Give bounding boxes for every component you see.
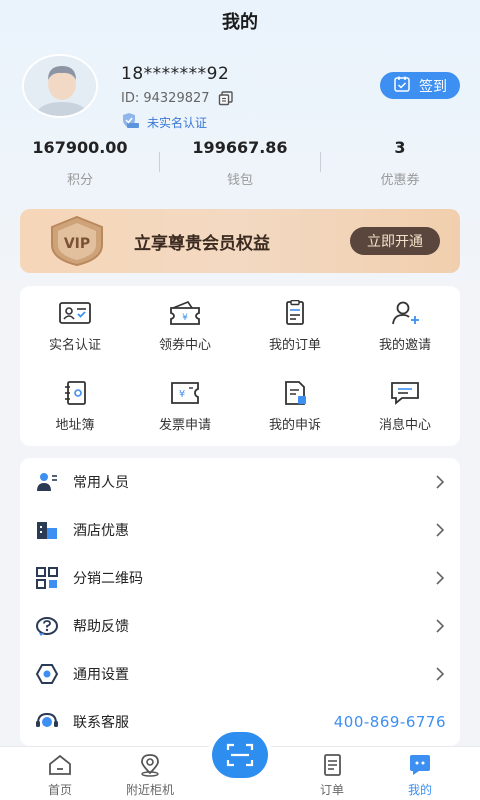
stat-label: 钱包 xyxy=(226,173,253,188)
chevron-right-icon xyxy=(436,523,445,537)
message-icon xyxy=(391,382,419,405)
list-item-label: 通用设置 xyxy=(73,667,129,683)
people-icon xyxy=(37,473,57,491)
scan-icon xyxy=(226,743,254,767)
list-item-frequent-people[interactable]: 常用人员 xyxy=(20,458,460,506)
user-id-row: ID: 94329827 xyxy=(121,90,234,106)
vip-banner[interactable]: VIP 立享尊贵会员权益 立即开通 xyxy=(20,209,460,273)
list-item-hotel-deals[interactable]: 酒店优惠 xyxy=(20,506,460,554)
page-title: 我的 xyxy=(222,12,258,33)
qrcode-icon xyxy=(36,567,58,589)
invoice-icon: ¥ xyxy=(171,382,199,404)
grid-item-label: 发票申请 xyxy=(158,418,211,433)
appeal-icon xyxy=(285,381,306,405)
invite-icon xyxy=(392,301,419,325)
grid-item-label: 领券中心 xyxy=(158,338,211,353)
calendar-check-icon xyxy=(393,75,411,97)
stat-wallet[interactable]: 199667.86 钱包 xyxy=(180,138,300,188)
grid-item-label: 我的邀请 xyxy=(378,338,431,353)
list-item-label: 帮助反馈 xyxy=(73,619,129,635)
grid-item-invite[interactable]: 我的邀请 xyxy=(350,300,460,370)
stat-label: 积分 xyxy=(66,173,93,188)
vip-banner-text: 立享尊贵会员权益 xyxy=(134,234,270,254)
grid-item-address[interactable]: 地址簿 xyxy=(20,380,130,450)
stat-divider xyxy=(159,152,160,172)
home-icon xyxy=(49,754,71,775)
grid-item-invoice[interactable]: ¥ 发票申请 xyxy=(130,380,240,450)
tab-label: 订单 xyxy=(319,783,344,797)
scan-button[interactable] xyxy=(212,732,268,778)
grid-item-messages[interactable]: 消息中心 xyxy=(350,380,460,450)
grid-item-label: 我的订单 xyxy=(268,338,321,353)
order-icon xyxy=(286,300,304,325)
chevron-right-icon xyxy=(436,571,445,585)
vip-open-button[interactable]: 立即开通 xyxy=(350,227,440,255)
grid-item-label: 实名认证 xyxy=(48,338,101,353)
tab-label: 首页 xyxy=(47,783,72,797)
stat-value: 3 xyxy=(394,138,406,157)
list-item-label: 联系客服 xyxy=(73,715,129,731)
tab-label: 我的 xyxy=(407,783,432,797)
help-icon xyxy=(36,617,58,636)
hotel-icon xyxy=(37,522,57,539)
list-item-qrcode[interactable]: 分销二维码 xyxy=(20,554,460,602)
feature-grid: 实名认证 ¥ 领券中心 我的订单 我的邀请 地址簿 ¥ 发票申请 我的申诉 消息… xyxy=(20,286,460,446)
verify-shield-icon xyxy=(121,112,141,133)
service-hotline[interactable]: 400-869-6776 xyxy=(334,713,446,731)
copy-icon[interactable] xyxy=(218,90,234,106)
stat-coupons[interactable]: 3 优惠券 xyxy=(340,138,460,188)
phone-number: 18*******92 xyxy=(121,64,230,84)
list-item-label: 分销二维码 xyxy=(73,571,143,587)
vip-badge-icon: VIP xyxy=(48,215,106,267)
grid-item-label: 地址簿 xyxy=(55,418,95,433)
tab-mine[interactable]: 我的 xyxy=(380,753,460,798)
stats-row: 167900.00 积分 199667.86 钱包 3 优惠券 xyxy=(0,138,480,194)
tab-nearby-lockers[interactable]: 附近柜机 xyxy=(110,753,190,798)
stat-label: 优惠券 xyxy=(380,173,420,188)
signin-label: 签到 xyxy=(419,78,447,95)
mine-icon xyxy=(410,755,430,775)
grid-item-coupon[interactable]: ¥ 领券中心 xyxy=(130,300,240,370)
settings-icon xyxy=(35,664,59,684)
auth-status-label: 未实名认证 xyxy=(147,116,208,130)
address-book-icon xyxy=(65,381,86,405)
grid-item-orders[interactable]: 我的订单 xyxy=(240,300,350,370)
stat-divider xyxy=(320,152,321,172)
vip-badge-text: VIP xyxy=(64,236,90,252)
coupon-icon: ¥ xyxy=(170,301,200,325)
order-tab-icon xyxy=(324,754,341,776)
stat-points[interactable]: 167900.00 积分 xyxy=(20,138,140,188)
auth-status-row[interactable]: 未实名认证 xyxy=(121,112,207,133)
chevron-right-icon xyxy=(436,619,445,633)
grid-item-appeal[interactable]: 我的申诉 xyxy=(240,380,350,450)
svg-text:¥: ¥ xyxy=(179,389,185,400)
chevron-right-icon xyxy=(436,475,445,489)
svg-text:¥: ¥ xyxy=(182,313,188,323)
chevron-right-icon xyxy=(436,667,445,681)
stat-value: 167900.00 xyxy=(32,138,128,157)
grid-item-label: 我的申诉 xyxy=(268,418,321,433)
grid-item-realname[interactable]: 实名认证 xyxy=(20,300,130,370)
list-item-label: 常用人员 xyxy=(73,475,129,491)
tab-label: 附近柜机 xyxy=(125,783,174,797)
user-id: ID: 94329827 xyxy=(121,90,210,106)
service-icon xyxy=(36,712,58,727)
stat-value: 199667.86 xyxy=(192,138,288,157)
location-icon xyxy=(141,754,159,777)
settings-list: 常用人员 酒店优惠 分销二维码 帮助反馈 通用设置 联系客服 400-869-6… xyxy=(20,458,460,746)
list-item-help[interactable]: 帮助反馈 xyxy=(20,602,460,650)
id-card-icon xyxy=(59,302,91,324)
list-item-settings[interactable]: 通用设置 xyxy=(20,650,460,698)
avatar[interactable] xyxy=(22,54,98,118)
tab-home[interactable]: 首页 xyxy=(20,753,100,798)
list-item-label: 酒店优惠 xyxy=(73,523,129,539)
signin-button[interactable]: 签到 xyxy=(380,72,460,99)
grid-item-label: 消息中心 xyxy=(378,418,431,433)
tab-orders[interactable]: 订单 xyxy=(292,753,372,798)
